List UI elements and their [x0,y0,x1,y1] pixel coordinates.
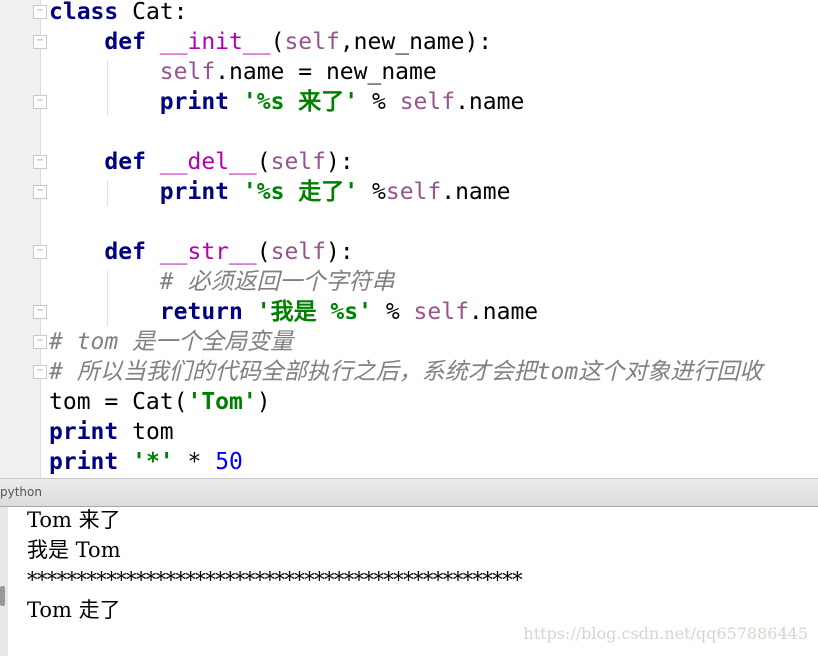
code-token: class [49,0,119,25]
code-token: 'Tom' [187,389,257,415]
code-token: def [104,149,146,175]
watermark: https://blog.csdn.net/qq657886445 [523,624,808,643]
code-line[interactable]: print '%s 来了' % self.name [49,87,525,117]
code-token: print [159,179,230,205]
code-token: # 必须返回一个字符串 [159,269,395,295]
code-token: self [413,299,469,325]
code-editor[interactable]: − − − − − − − − − class Cat: def __init_… [0,0,818,478]
code-token: ) [256,389,271,415]
code-token: self [270,149,326,175]
code-token: return [159,299,243,325]
code-token: # tom 是一个全局变量 [49,329,294,355]
code-token: % [371,299,414,325]
code-token: * [173,449,216,475]
code-token: ( [256,239,271,265]
code-token: self [385,179,442,205]
editor-gutter [0,0,41,478]
code-line[interactable]: print tom [49,417,174,447]
fold-collapse-icon[interactable]: − [33,5,47,19]
fold-end-icon[interactable]: − [33,185,47,199]
output-line: ****************************************… [27,568,523,592]
code-token: print [49,449,119,475]
fold-collapse-icon[interactable]: − [33,335,47,349]
code-line[interactable]: def __del__(self): [49,147,354,177]
code-token: .name [468,299,539,325]
code-line[interactable]: # 必须返回一个字符串 [49,267,395,297]
output-line: Tom 走了 [27,598,121,622]
code-token: self [270,239,326,265]
code-token: print [49,419,119,445]
code-token: __init__ [159,29,271,55]
console-gutter [0,507,8,656]
code-token: '*' [132,449,174,475]
output-line: 我是 Tom [27,538,121,562]
code-token: ,new_name): [339,29,493,55]
code-token: .name [441,179,511,205]
output-line: Tom 来了 [27,508,121,532]
code-token: self [399,89,456,115]
code-token: % [358,89,400,115]
code-token: def [104,29,146,55]
code-token: ( [270,29,285,55]
code-line[interactable]: print '*' * 50 [49,447,243,477]
code-line[interactable]: # tom 是一个全局变量 [49,327,293,357]
code-token: ): [325,239,354,265]
code-token: '%s 走了' [242,179,359,205]
scrollbar-thumb[interactable] [0,586,5,606]
code-token: .name [455,89,525,115]
code-token: 50 [215,449,243,475]
code-line[interactable]: print '%s 走了' %self.name [49,177,511,207]
code-token: '%s 来了' [242,89,359,115]
code-token: self [284,29,340,55]
code-token: # 所以当我们的代码全部执行之后，系统才会把tom这个对象进行回收 [49,359,763,385]
code-line[interactable]: def __init__(self,new_name): [49,27,492,57]
run-panel-header: python [0,478,818,507]
code-line[interactable]: def __str__(self): [49,237,354,267]
code-line[interactable]: self.name = new_name [49,57,437,87]
code-token: __str__ [159,239,257,265]
code-token: .name = new_name [215,59,437,85]
fold-end-icon[interactable]: − [33,95,47,109]
fold-end-icon[interactable]: − [33,365,47,379]
code-token: tom = Cat( [49,389,188,415]
run-panel-title: python [0,485,42,499]
code-token: % [358,179,386,205]
code-token: print [159,89,230,115]
code-line[interactable]: return '我是 %s' % self.name [49,297,538,327]
code-token: def [104,239,146,265]
code-token: ): [325,149,354,175]
code-token: __del__ [159,149,257,175]
code-token: '我是 %s' [256,299,372,325]
fold-collapse-icon[interactable]: − [33,35,47,49]
code-line[interactable]: # 所以当我们的代码全部执行之后，系统才会把tom这个对象进行回收 [49,357,762,387]
fold-end-icon[interactable]: − [33,305,47,319]
code-token: tom [118,419,174,445]
fold-collapse-icon[interactable]: − [33,245,47,259]
code-token: self [159,59,216,85]
code-line[interactable]: tom = Cat('Tom') [49,387,271,417]
code-line[interactable]: class Cat: [49,0,188,27]
code-token: Cat: [118,0,188,25]
code-token: ( [256,149,271,175]
fold-collapse-icon[interactable]: − [33,155,47,169]
